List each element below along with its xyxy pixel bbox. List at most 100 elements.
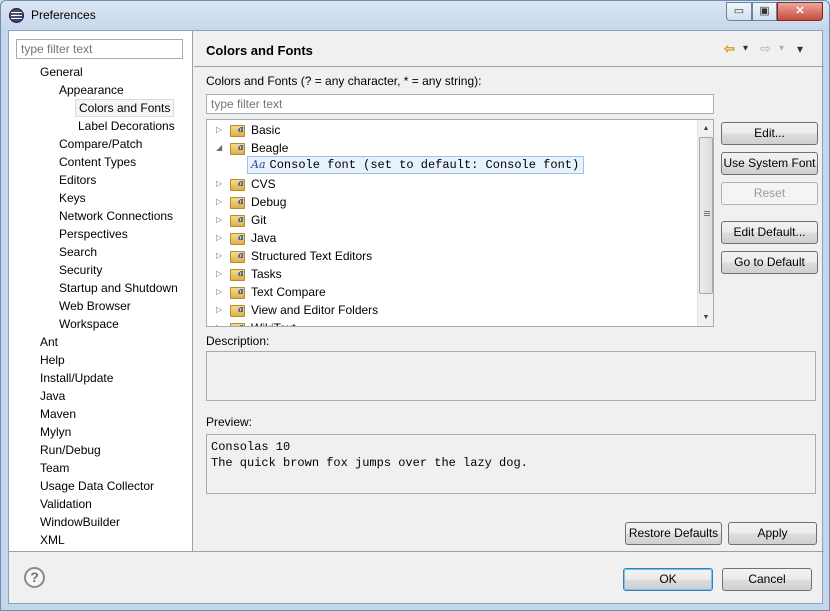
- category-basic[interactable]: Basic: [251, 121, 280, 139]
- expand-debug-arrow-icon[interactable]: ▷: [216, 193, 222, 211]
- scroll-down-icon[interactable]: ▼: [698, 309, 713, 326]
- tree-item-search[interactable]: Search: [56, 243, 100, 261]
- tree-item-install-update[interactable]: Install/Update: [37, 369, 116, 387]
- edit-button[interactable]: Edit...: [721, 122, 818, 145]
- category-folder-icon: [230, 123, 246, 137]
- category-folder-icon: [230, 303, 246, 317]
- tree-item-label-decorations[interactable]: Label Decorations: [75, 117, 178, 135]
- category-folder-icon: [230, 213, 246, 227]
- back-arrow-icon[interactable]: ⇦: [724, 41, 735, 57]
- expand-git-arrow-icon[interactable]: ▷: [216, 211, 222, 229]
- expand-tasks-arrow-icon[interactable]: ▷: [216, 265, 222, 283]
- preview-sample-text: The quick brown fox jumps over the lazy …: [211, 456, 528, 470]
- tree-item-startup-and-shutdown[interactable]: Startup and Shutdown: [56, 279, 181, 297]
- tree-item-windowbuilder[interactable]: WindowBuilder: [37, 513, 123, 531]
- maximize-button[interactable]: ▣: [752, 2, 777, 21]
- minimize-button[interactable]: ▭: [726, 2, 752, 21]
- expand-structured-text-editors-arrow-icon[interactable]: ▷: [216, 247, 222, 265]
- filter-label: Colors and Fonts (? = any character, * =…: [206, 74, 482, 88]
- font-aa-icon: Aa: [251, 158, 266, 171]
- preview-box: Consolas 10 The quick brown fox jumps ov…: [206, 434, 816, 494]
- window-title: Preferences: [31, 8, 96, 22]
- forward-arrow-icon[interactable]: ⇨: [760, 41, 771, 57]
- category-folder-icon: [230, 285, 246, 299]
- edit-default-button[interactable]: Edit Default...: [721, 221, 818, 244]
- expand-cvs-arrow-icon[interactable]: ▷: [216, 175, 222, 193]
- category-tasks[interactable]: Tasks: [251, 265, 282, 283]
- tree-item-security[interactable]: Security: [56, 261, 105, 279]
- tree-item-xml[interactable]: XML: [37, 531, 68, 549]
- tree-item-editors[interactable]: Editors: [56, 171, 99, 189]
- category-structured-text-editors[interactable]: Structured Text Editors: [251, 247, 372, 265]
- category-cvs[interactable]: CVS: [251, 175, 276, 193]
- tree-item-keys[interactable]: Keys: [56, 189, 89, 207]
- tree-item-usage-data-collector[interactable]: Usage Data Collector: [37, 477, 157, 495]
- category-text-compare[interactable]: Text Compare: [251, 283, 326, 301]
- eclipse-logo-icon: [9, 8, 24, 23]
- scroll-up-icon[interactable]: ▲: [698, 120, 713, 137]
- description-label: Description:: [206, 334, 270, 348]
- tree-item-perspectives[interactable]: Perspectives: [56, 225, 131, 243]
- dialog-client: GeneralAppearanceColors and FontsLabel D…: [8, 30, 824, 604]
- colors-filter-input[interactable]: [206, 94, 714, 114]
- preference-tree-pane: GeneralAppearanceColors and FontsLabel D…: [9, 31, 193, 551]
- view-menu-icon[interactable]: ▾: [797, 42, 803, 56]
- tree-item-compare-patch[interactable]: Compare/Patch: [56, 135, 145, 153]
- use-system-font-button[interactable]: Use System Font: [721, 152, 818, 175]
- category-git[interactable]: Git: [251, 211, 266, 229]
- collapse-beagle-arrow-icon[interactable]: ◢: [216, 139, 222, 157]
- category-view-and-editor-folders[interactable]: View and Editor Folders: [251, 301, 378, 319]
- category-wikitext[interactable]: WikiText: [251, 319, 296, 326]
- tree-item-network-connections[interactable]: Network Connections: [56, 207, 176, 225]
- category-folder-icon: [230, 321, 246, 326]
- tree-item-appearance[interactable]: Appearance: [56, 81, 127, 99]
- expand-wikitext-arrow-icon[interactable]: ▷: [216, 319, 222, 326]
- console-font-item[interactable]: Aa Console font (set to default: Console …: [247, 156, 585, 174]
- preview-label: Preview:: [206, 415, 253, 429]
- category-java[interactable]: Java: [251, 229, 276, 247]
- tree-item-mylyn[interactable]: Mylyn: [37, 423, 74, 441]
- back-menu-chevron-down-icon[interactable]: ▾: [743, 43, 748, 54]
- close-button[interactable]: ✕: [777, 2, 823, 21]
- tree-item-ant[interactable]: Ant: [37, 333, 61, 351]
- help-icon[interactable]: ?: [24, 567, 45, 588]
- expand-text-compare-arrow-icon[interactable]: ▷: [216, 283, 222, 301]
- category-folder-icon: [230, 195, 246, 209]
- tree-item-colors-and-fonts[interactable]: Colors and Fonts: [75, 99, 175, 117]
- expand-view-and-editor-folders-arrow-icon[interactable]: ▷: [216, 301, 222, 319]
- header-separator: [194, 66, 824, 67]
- tree-item-team[interactable]: Team: [37, 459, 72, 477]
- expand-basic-arrow-icon[interactable]: ▷: [216, 121, 222, 139]
- tree-item-validation[interactable]: Validation: [37, 495, 95, 513]
- tree-item-web-browser[interactable]: Web Browser: [56, 297, 134, 315]
- apply-button[interactable]: Apply: [728, 522, 817, 545]
- preferences-window: Preferences ▭ ▣ ✕ GeneralAppearanceColor…: [0, 0, 830, 611]
- colors-and-fonts-page: Colors and Fonts ⇦ ▾ ⇨ ▾ ▾ Colors and Fo…: [194, 31, 824, 551]
- page-title: Colors and Fonts: [206, 43, 313, 58]
- tree-item-workspace[interactable]: Workspace: [56, 315, 122, 333]
- tree-item-content-types[interactable]: Content Types: [56, 153, 139, 171]
- expand-java-arrow-icon[interactable]: ▷: [216, 229, 222, 247]
- tree-item-java[interactable]: Java: [37, 387, 68, 405]
- title-bar[interactable]: Preferences ▭ ▣ ✕: [1, 1, 829, 29]
- go-to-default-button[interactable]: Go to Default: [721, 251, 818, 274]
- category-folder-icon: [230, 177, 246, 191]
- reset-button[interactable]: Reset: [721, 182, 818, 205]
- colors-fonts-tree: ▷ Basic ◢ Beagle ▷ CVS ▷ Debug ▷ Git ▷ Java ▷ Structu…: [206, 119, 714, 327]
- forward-menu-chevron-down-icon[interactable]: ▾: [779, 43, 784, 54]
- category-folder-icon: [230, 249, 246, 263]
- tree-scrollbar[interactable]: ▲ ▼: [697, 120, 713, 326]
- ok-button[interactable]: OK: [623, 568, 713, 591]
- category-beagle[interactable]: Beagle: [251, 139, 288, 157]
- tree-item-run-debug[interactable]: Run/Debug: [37, 441, 104, 459]
- tree-item-general[interactable]: General: [37, 63, 86, 81]
- category-debug[interactable]: Debug: [251, 193, 286, 211]
- tree-filter-input[interactable]: [16, 39, 183, 59]
- page-navigation: ⇦ ▾ ⇨ ▾ ▾: [724, 41, 814, 57]
- cancel-button[interactable]: Cancel: [722, 568, 812, 591]
- restore-defaults-button[interactable]: Restore Defaults: [625, 522, 722, 545]
- tree-item-maven[interactable]: Maven: [37, 405, 79, 423]
- grip-icon: [704, 211, 710, 212]
- scroll-thumb[interactable]: [699, 137, 713, 294]
- tree-item-help[interactable]: Help: [37, 351, 68, 369]
